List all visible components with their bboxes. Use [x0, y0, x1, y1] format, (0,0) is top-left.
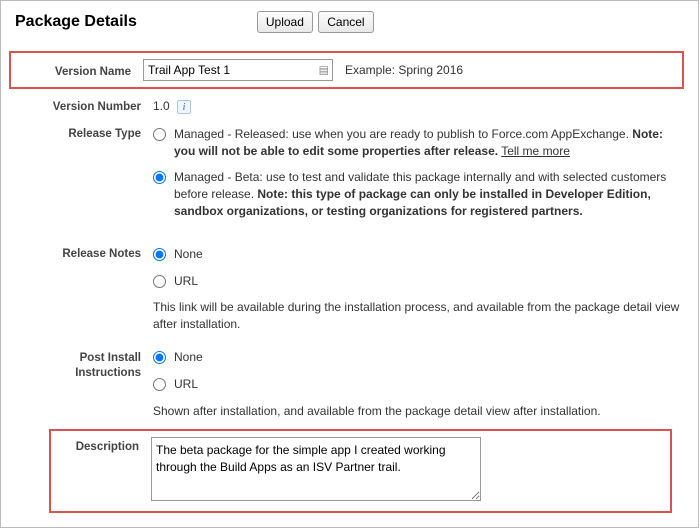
post-install-url-radio[interactable]	[153, 378, 166, 391]
release-type-released-pre: Managed - Released: use when you are rea…	[174, 127, 632, 141]
version-name-example: Example: Spring 2016	[345, 63, 463, 77]
description-label: Description	[51, 437, 151, 453]
header-buttons: Upload Cancel	[257, 11, 376, 33]
release-notes-url-text: URL	[174, 273, 684, 290]
version-number-label: Version Number	[15, 97, 153, 113]
input-decor-icon: ▤	[319, 64, 329, 77]
release-notes-none-radio[interactable]	[153, 248, 166, 261]
post-install-help: Shown after installation, and available …	[153, 403, 684, 420]
upload-button[interactable]: Upload	[257, 11, 313, 33]
release-notes-none-text: None	[174, 246, 684, 263]
release-notes-url-radio[interactable]	[153, 275, 166, 288]
info-icon[interactable]: i	[177, 100, 191, 114]
description-textarea[interactable]	[151, 437, 481, 501]
post-install-label: Post Install Instructions	[15, 347, 153, 381]
page-title: Package Details	[15, 13, 137, 31]
version-number-value: 1.0	[153, 99, 170, 113]
release-type-beta-radio[interactable]	[153, 171, 166, 184]
version-name-label: Version Name	[17, 62, 143, 78]
post-install-none-text: None	[174, 349, 684, 366]
cancel-button[interactable]: Cancel	[318, 11, 373, 33]
post-install-none-radio[interactable]	[153, 351, 166, 364]
version-name-input[interactable]	[143, 59, 333, 81]
release-type-beta-text: Managed - Beta: use to test and validate…	[174, 169, 684, 219]
description-highlight: Description	[49, 429, 672, 513]
header: Package Details Upload Cancel	[15, 11, 684, 33]
release-notes-help: This link will be available during the i…	[153, 299, 684, 333]
post-install-url-text: URL	[174, 376, 684, 393]
release-type-released-radio[interactable]	[153, 128, 166, 141]
release-type-label: Release Type	[15, 124, 153, 140]
release-notes-label: Release Notes	[15, 244, 153, 260]
version-name-highlight: Version Name ▤ Example: Spring 2016	[9, 51, 684, 89]
tell-me-more-link[interactable]: Tell me more	[501, 144, 570, 158]
release-type-released-text: Managed - Released: use when you are rea…	[174, 126, 684, 160]
